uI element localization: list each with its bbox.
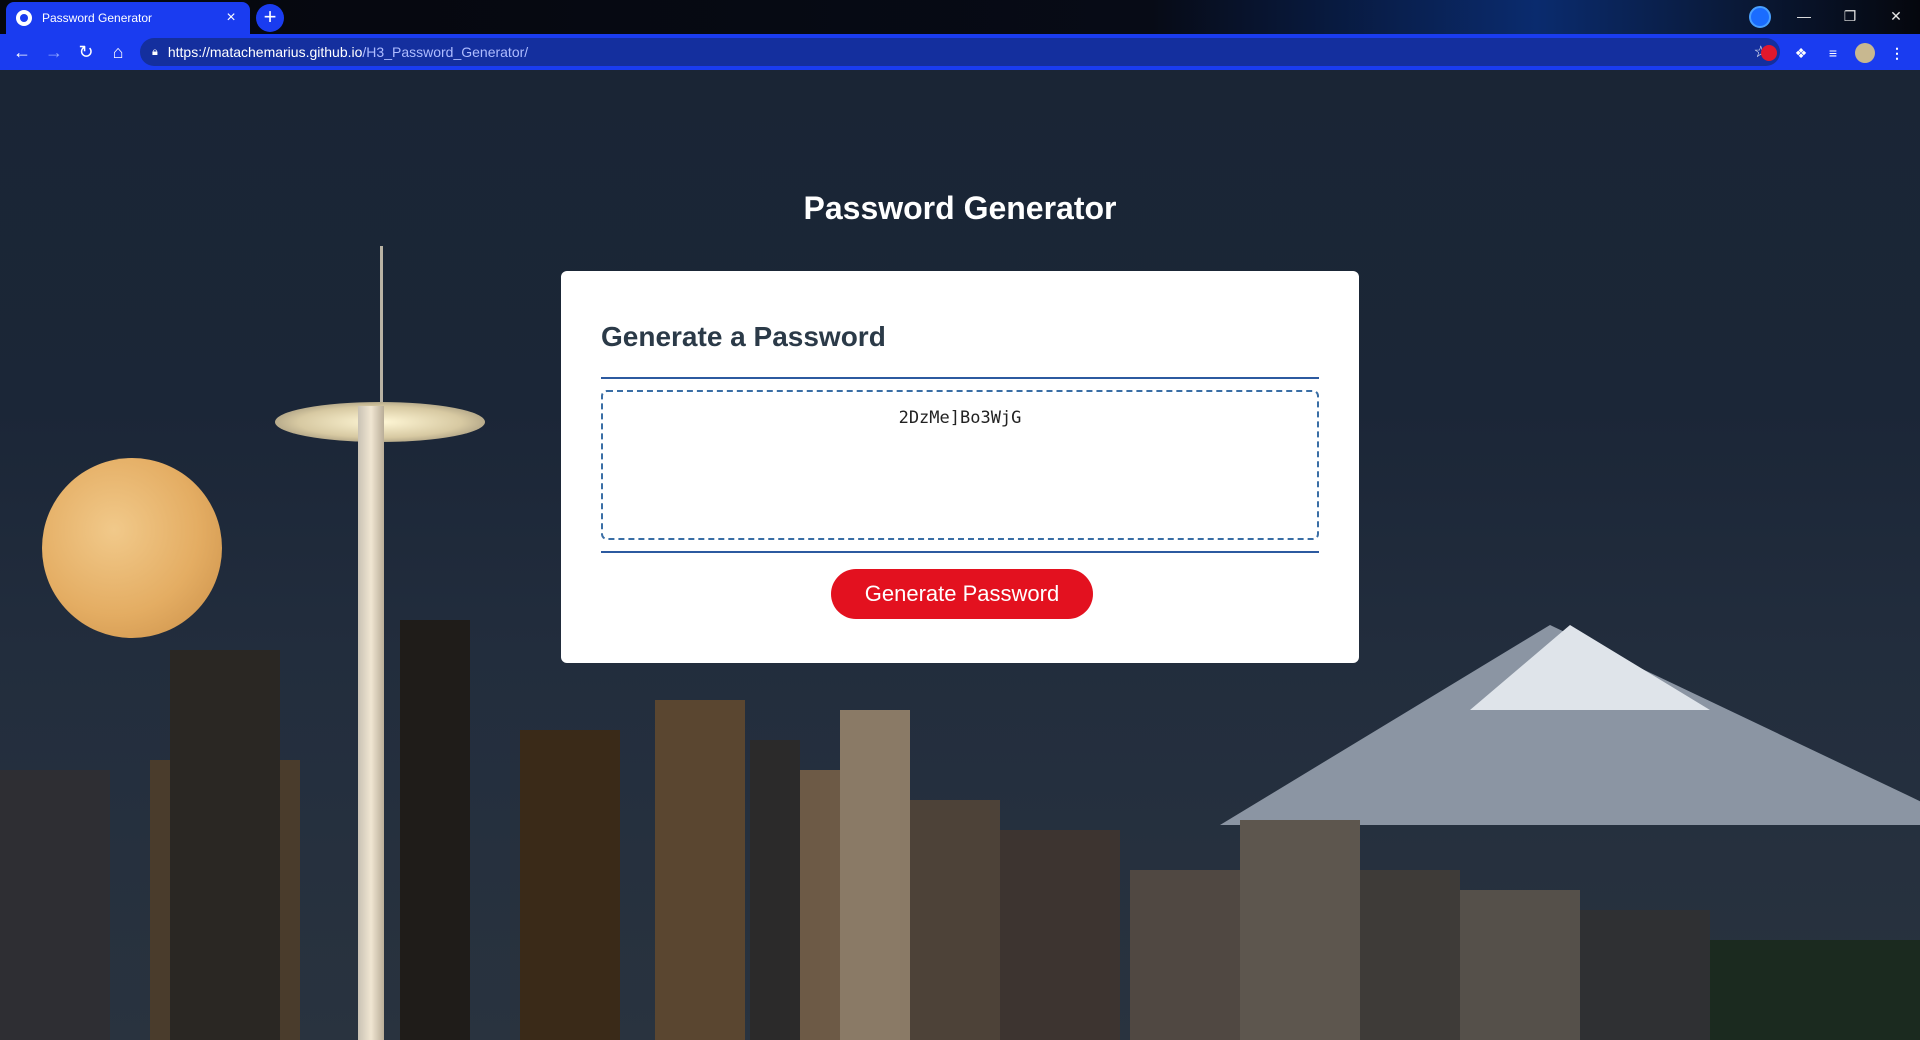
extensions-puzzle-icon[interactable]: ❖ <box>1790 42 1812 64</box>
site-favicon-icon <box>16 10 32 26</box>
page-viewport: Password Generator Generate a Password 2… <box>0 70 1920 1040</box>
password-output-textarea[interactable]: 2DzMe]Bo3WjG <box>601 390 1319 540</box>
moon-background-image <box>42 458 222 638</box>
extension-red-icon[interactable] <box>1758 42 1780 64</box>
card-divider-top <box>601 377 1319 379</box>
generate-password-button[interactable]: Generate Password <box>831 569 1093 619</box>
lock-icon: 🔒︎ <box>152 45 158 58</box>
browser-profile-icon[interactable] <box>1749 6 1771 28</box>
window-close-button[interactable]: ✕ <box>1876 4 1916 28</box>
window-minimize-button[interactable]: — <box>1784 4 1824 28</box>
card-divider-bottom <box>601 551 1319 553</box>
home-icon[interactable]: ⌂ <box>106 40 130 64</box>
reload-icon[interactable]: ↻ <box>74 40 98 64</box>
city-skyline-image <box>0 620 1920 1040</box>
browser-menu-icon[interactable]: ⋮ <box>1886 42 1908 64</box>
page-title: Password Generator <box>803 190 1117 226</box>
card-header: Generate a Password <box>601 321 886 352</box>
browser-toolbar: ← → ↻ ⌂ 🔒︎ https://matachemarius.github.… <box>0 34 1920 70</box>
new-tab-button[interactable]: + <box>256 4 284 32</box>
window-restore-button[interactable]: ❐ <box>1830 4 1870 28</box>
browser-tab-active[interactable]: Password Generator × <box>6 2 250 34</box>
url-path: /H3_Password_Generator/ <box>362 44 529 60</box>
browser-tab-strip: Password Generator × + — ❐ ✕ <box>0 0 1920 34</box>
media-queue-icon[interactable]: ≡ <box>1822 42 1844 64</box>
profile-avatar-icon[interactable] <box>1854 42 1876 64</box>
forward-arrow-icon[interactable]: → <box>42 40 66 64</box>
tab-close-icon[interactable]: × <box>222 10 240 26</box>
address-bar[interactable]: 🔒︎ https://matachemarius.github.io/H3_Pa… <box>140 38 1780 66</box>
tab-title: Password Generator <box>42 11 153 25</box>
space-needle-spire-image <box>380 246 383 406</box>
url-host: https://matachemarius.github.io <box>167 44 363 60</box>
back-arrow-icon[interactable]: ← <box>10 40 34 64</box>
password-card: Generate a Password 2DzMe]Bo3WjG Generat… <box>561 271 1359 663</box>
